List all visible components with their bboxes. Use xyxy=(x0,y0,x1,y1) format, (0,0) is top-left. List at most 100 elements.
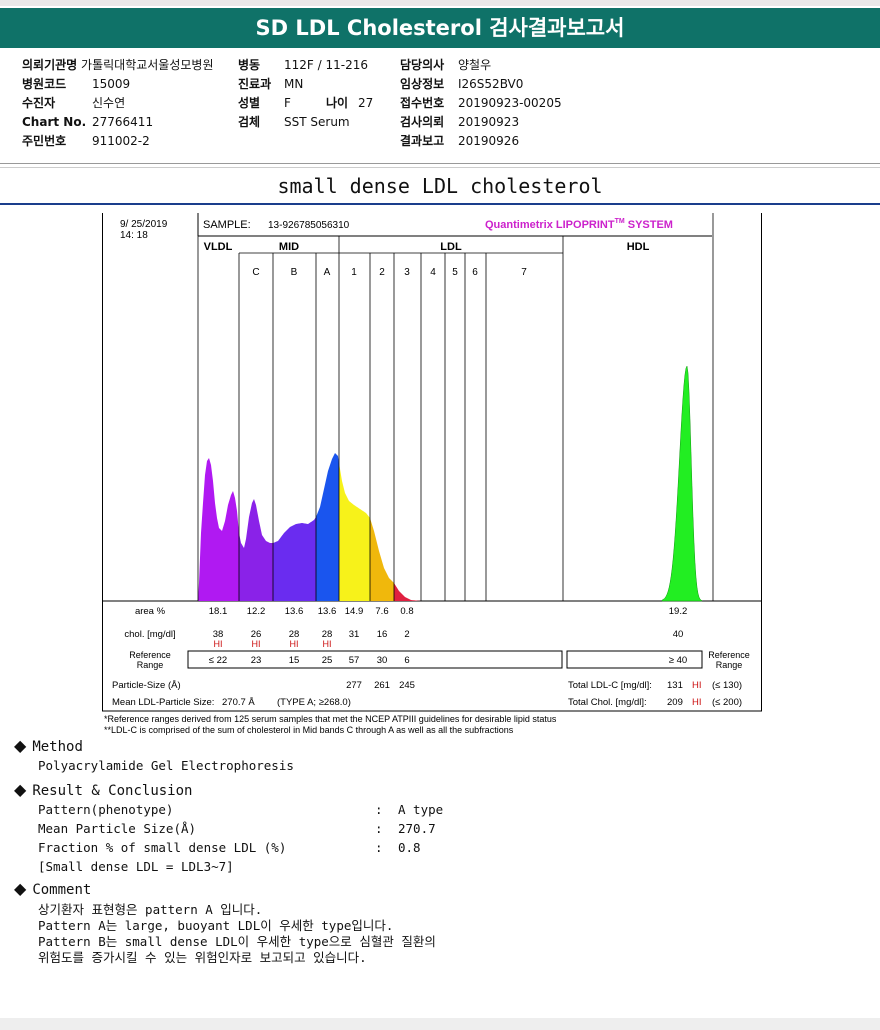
divider xyxy=(0,167,880,168)
method-heading: ◆ Method xyxy=(14,736,83,755)
chart-date: 9/ 25/2019 xyxy=(120,219,168,230)
total-ldl-label: Total LDL-C [mg/dl]: xyxy=(568,680,652,691)
result-colon: : xyxy=(375,840,383,855)
group-label: MID xyxy=(279,241,299,253)
chol-row-label: chol. [mg/dl] xyxy=(124,629,175,640)
band-label: B xyxy=(291,267,298,278)
ref-value: 6 xyxy=(404,655,409,666)
band-label: 5 xyxy=(452,267,458,278)
ward-label: 병동 xyxy=(238,58,261,72)
method-heading-text: Method xyxy=(32,739,83,755)
band-label: 3 xyxy=(404,267,410,278)
age-value: 27 xyxy=(358,96,374,110)
band-label: C xyxy=(252,267,259,278)
chart-background xyxy=(102,213,762,739)
doctor-label: 담당의사 xyxy=(400,58,445,72)
sample-label: SAMPLE: xyxy=(203,219,251,231)
age-label: 나이 xyxy=(326,96,349,110)
chol-value: 31 xyxy=(349,629,360,640)
ref-label-right: Reference xyxy=(708,650,750,660)
request-date-label: 검사의뢰 xyxy=(400,115,445,129)
area-value: 14.9 xyxy=(345,606,364,617)
dept-label: 진료과 xyxy=(238,77,272,91)
comment-line: 위험도를 증가시킬 수 있는 위험인자로 보고되고 있습니다. xyxy=(38,950,367,965)
diamond-bullet-icon: ◆ xyxy=(14,879,27,898)
ref-value-hdl: ≥ 40 xyxy=(669,655,687,666)
mean-size-value: 270.7 Å xyxy=(222,697,255,708)
chol-hi-flag: HI xyxy=(290,639,299,649)
brand-name: Quantimetrix LIPOPRINTTM SYSTEM xyxy=(485,218,673,231)
band-label: A xyxy=(324,267,331,278)
band-label: 1 xyxy=(351,267,357,278)
area-value: 13.6 xyxy=(318,606,337,617)
ref-value: 23 xyxy=(251,655,262,666)
sex-label: 성별 xyxy=(238,96,261,110)
area-value: 18.1 xyxy=(209,606,228,617)
report-date-label: 결과보고 xyxy=(400,134,445,148)
chol-value: 16 xyxy=(377,629,388,640)
particle-size-value: 245 xyxy=(399,680,415,691)
receipt-no-label: 접수번호 xyxy=(400,96,445,110)
result-colon: : xyxy=(375,821,383,836)
resident-no-value: 911002-2 xyxy=(92,134,150,148)
chart-no-label: Chart No. xyxy=(22,115,87,129)
chol-value-hdl: 40 xyxy=(673,629,684,640)
result-key-fraction: Fraction % of small dense LDL (%) xyxy=(38,840,287,855)
area-row-label: area % xyxy=(135,606,166,617)
result-value-pattern: A type xyxy=(398,802,444,817)
hospital-code-label: 병원코드 xyxy=(22,77,67,91)
group-label: VLDL xyxy=(204,241,233,253)
ref-label-right: Range xyxy=(716,660,743,670)
area-value: 12.2 xyxy=(247,606,266,617)
band-label: 6 xyxy=(472,267,478,278)
ref-value: 57 xyxy=(349,655,360,666)
ref-value: ≤ 22 xyxy=(209,655,227,666)
hospital-code-value: 15009 xyxy=(92,77,131,91)
group-label: HDL xyxy=(627,241,650,253)
chart-time: 14: 18 xyxy=(120,230,148,241)
brand-suffix: SYSTEM xyxy=(625,219,673,231)
report-date-value: 20190926 xyxy=(458,134,520,148)
info-column-2: 병동 112F / 11-216 진료과 MN 성별 F 나이 27 검체 SST Seru… xyxy=(238,56,373,132)
total-ldl-ref: (≤ 130) xyxy=(712,680,742,691)
total-chol-ref: (≤ 200) xyxy=(712,697,742,708)
result-heading: ◆ Result & Conclusion xyxy=(14,780,192,799)
chol-hi-flag: HI xyxy=(252,639,261,649)
ref-row-label: Range xyxy=(137,660,164,670)
chol-value: 2 xyxy=(404,629,409,640)
mean-size-type: (TYPE A; ≥268.0) xyxy=(277,697,351,708)
result-key-pattern: Pattern(phenotype) xyxy=(38,802,174,817)
area-value: 7.6 xyxy=(375,606,388,617)
page-footer xyxy=(0,1018,880,1030)
diamond-bullet-icon: ◆ xyxy=(14,780,27,799)
footnote-1: *Reference ranges derived from 125 serum… xyxy=(104,714,557,724)
diamond-bullet-icon: ◆ xyxy=(14,736,27,755)
ref-value: 25 xyxy=(322,655,333,666)
footnote-2: **LDL-C is comprised of the sum of chole… xyxy=(104,725,514,735)
specimen-value: SST Serum xyxy=(284,115,350,129)
top-border xyxy=(0,0,880,6)
patient-label: 수진자 xyxy=(22,96,56,110)
resident-no-label: 주민번호 xyxy=(22,134,67,148)
brand-tm: TM xyxy=(615,218,625,225)
receipt-no-value: 20190923-00205 xyxy=(458,96,562,110)
section-subtitle: small dense LDL cholesterol xyxy=(277,174,603,198)
group-label: LDL xyxy=(440,241,462,253)
report-title: SD LDL Cholesterol 검사결과보고서 xyxy=(0,8,880,48)
total-chol-flag: HI xyxy=(692,697,702,708)
divider xyxy=(0,163,880,164)
comment-heading-text: Comment xyxy=(32,882,92,898)
patient-value: 신수연 xyxy=(92,96,126,110)
total-chol-value: 209 xyxy=(667,697,683,708)
result-note: [Small dense LDL = LDL3~7] xyxy=(38,859,234,874)
dept-value: MN xyxy=(284,77,304,91)
particle-size-value: 261 xyxy=(374,680,390,691)
lipoprint-chart: 9/ 25/2019 14: 18 SAMPLE: 13-92678505631… xyxy=(102,213,762,739)
info-column-1: 의뢰기관명 가톨릭대학교서울성모병원 병원코드 15009 수진자 신수연 Char… xyxy=(22,56,214,151)
request-date-value: 20190923 xyxy=(458,115,520,129)
ref-value: 30 xyxy=(377,655,388,666)
total-ldl-flag: HI xyxy=(692,680,702,691)
band-label: 2 xyxy=(379,267,385,278)
result-value-size: 270.7 xyxy=(398,821,436,836)
ref-row-label: Reference xyxy=(129,650,171,660)
